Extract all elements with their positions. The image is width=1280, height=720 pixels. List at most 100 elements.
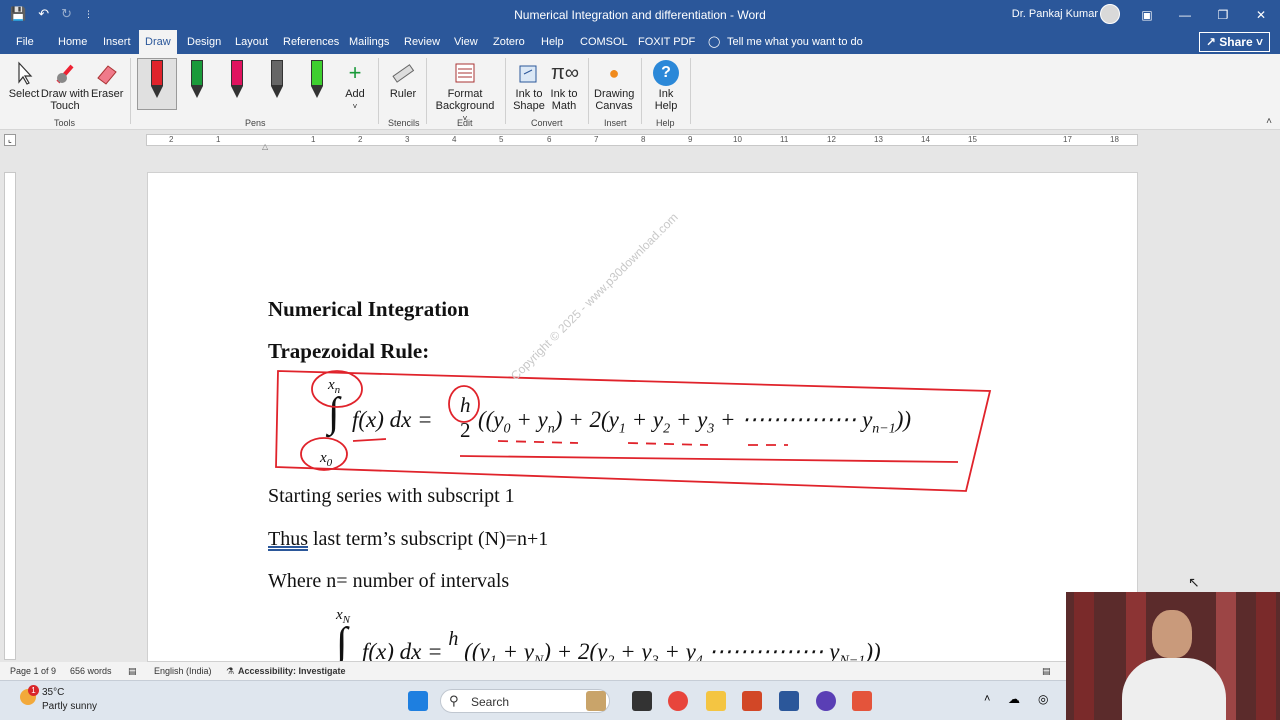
tab-selector[interactable]: ⌞ [4,134,16,146]
ink-to-shape-button[interactable]: Ink to Shape [512,60,546,112]
ruler-number: 7 [594,135,599,144]
curtain [1256,592,1276,720]
onedrive-icon[interactable]: ☁ [1008,692,1020,706]
pen-red[interactable] [147,60,167,100]
weather-text[interactable]: Partly sunny [42,701,97,712]
ink-math-label-2: Math [551,100,577,112]
word-icon[interactable] [779,691,799,711]
horizontal-ruler[interactable]: ⌞ 2 1 1 2 3 4 5 6 7 8 9 10 11 12 13 14 1… [0,130,1280,151]
ink-circle-h [448,385,480,423]
divider [130,58,131,124]
obs-icon[interactable] [816,691,836,711]
divider [641,58,642,124]
divider [505,58,506,124]
tab-references[interactable]: References [277,30,345,54]
ruler-number: 13 [874,135,883,144]
eraser-icon [97,65,117,85]
user-avatar[interactable] [1100,4,1120,24]
draw-with-touch-button[interactable]: Draw with Touch [40,60,90,112]
pen-pink[interactable] [227,60,247,100]
eraser-button[interactable]: Eraser [91,60,123,100]
windows-start-icon[interactable] [408,691,428,711]
text-where-n: Where n= number of intervals [268,570,510,592]
file-explorer-icon[interactable] [706,691,726,711]
document-page[interactable]: Numerical Integration Trapezoidal Rule: … [147,172,1138,662]
tab-foxit-pdf[interactable]: FOXIT PDF [632,30,701,54]
ruler-number: 5 [499,135,504,144]
task-view-icon[interactable] [632,691,652,711]
text-starting-series: Starting series with subscript 1 [268,485,515,507]
ruler-button[interactable]: Ruler [386,60,420,100]
pen-pencil-gray[interactable] [267,60,287,100]
collapse-ribbon-icon[interactable]: ˄ [1266,116,1272,127]
vertical-ruler[interactable] [4,172,16,660]
tab-home[interactable]: Home [52,30,93,54]
select-button[interactable]: Select [8,60,40,100]
tab-mailings[interactable]: Mailings [343,30,395,54]
tab-help[interactable]: Help [535,30,570,54]
powerpoint-icon[interactable] [742,691,762,711]
tray-chevron-icon[interactable]: ˄ [984,693,990,705]
ink-underline-fx [352,438,387,442]
user-name[interactable]: Dr. Pankaj Kumar [1012,8,1098,20]
ink-to-shape-icon [519,65,537,83]
ruler-icon [392,64,415,83]
add-pen-button[interactable]: + Add ˅ [340,60,370,112]
microphone-icon[interactable]: ◎ [1038,692,1048,706]
ruler-number: 9 [688,135,693,144]
share-label: Share [1219,35,1253,49]
ribbon-tabs: File Home Insert Draw Design Layout Refe… [0,30,1280,54]
widgets-icon[interactable] [586,691,606,711]
read-mode-icon[interactable]: ▤ [1042,666,1051,677]
format-background-button[interactable]: Format Background ˅ [432,60,498,124]
drawing-canvas-button[interactable]: ● Drawing Canvas [594,60,634,112]
chrome-icon[interactable] [668,691,688,711]
word-count[interactable]: 656 words [70,666,112,676]
presenter-body [1122,658,1226,720]
accessibility-status[interactable]: Accessibility: Investigate [238,666,346,676]
proofing-icon[interactable]: ▤ [128,666,137,677]
page-count[interactable]: Page 1 of 9 [10,666,56,676]
pen-green[interactable] [187,60,207,100]
draw-touch-label-2: Touch [50,100,80,112]
indent-marker[interactable]: △ [262,142,268,151]
share-button[interactable]: ↗ Share ˅ [1198,32,1270,52]
eraser-label: Eraser [91,88,124,100]
close-icon[interactable]: ✕ [1242,0,1280,30]
pi-icon: π∞ [551,62,580,84]
restore-icon[interactable]: ❐ [1204,0,1242,30]
ruler-label: Ruler [389,88,417,100]
stencils-group-label: Stencils [388,118,420,128]
tab-comsol[interactable]: COMSOL [574,30,634,54]
language-status[interactable]: English (India) [154,666,212,676]
ribbon-display-icon[interactable]: ▣ [1128,0,1166,30]
ruler-number: 12 [827,135,836,144]
tab-insert[interactable]: Insert [97,30,137,54]
ink-help-button[interactable]: ? Ink Help [650,60,682,112]
tab-design[interactable]: Design [181,30,227,54]
integral-sign-2: ∫ [336,620,348,662]
highlighter-green[interactable] [307,60,327,100]
ink-shape-label-2: Shape [513,100,545,112]
ruler-number: 1 [311,135,316,144]
taskbar-search[interactable]: ⚲ Search [440,689,610,713]
tell-me-search[interactable]: Tell me what you want to do [721,30,869,54]
draw-touch-icon [56,64,74,84]
tab-view[interactable]: View [448,30,484,54]
ink-math-label-1: Ink to [550,88,578,100]
minimize-icon[interactable]: — [1166,0,1204,30]
canvas-label-1: Drawing [594,88,635,100]
ruler-number: 15 [968,135,977,144]
tab-file[interactable]: File [10,30,40,54]
screen-recorder-icon[interactable] [852,691,872,711]
h-symbol: h [448,628,459,650]
tab-zotero[interactable]: Zotero [487,30,531,54]
tab-layout[interactable]: Layout [229,30,274,54]
insert-group-label: Insert [604,118,627,128]
tab-review[interactable]: Review [398,30,446,54]
weather-temp[interactable]: 35°C [42,687,64,698]
ink-to-math-button[interactable]: π∞ Ink to Math [547,60,581,112]
tab-draw[interactable]: Draw [139,30,177,54]
ruler-number: 4 [452,135,457,144]
divider [426,58,427,124]
